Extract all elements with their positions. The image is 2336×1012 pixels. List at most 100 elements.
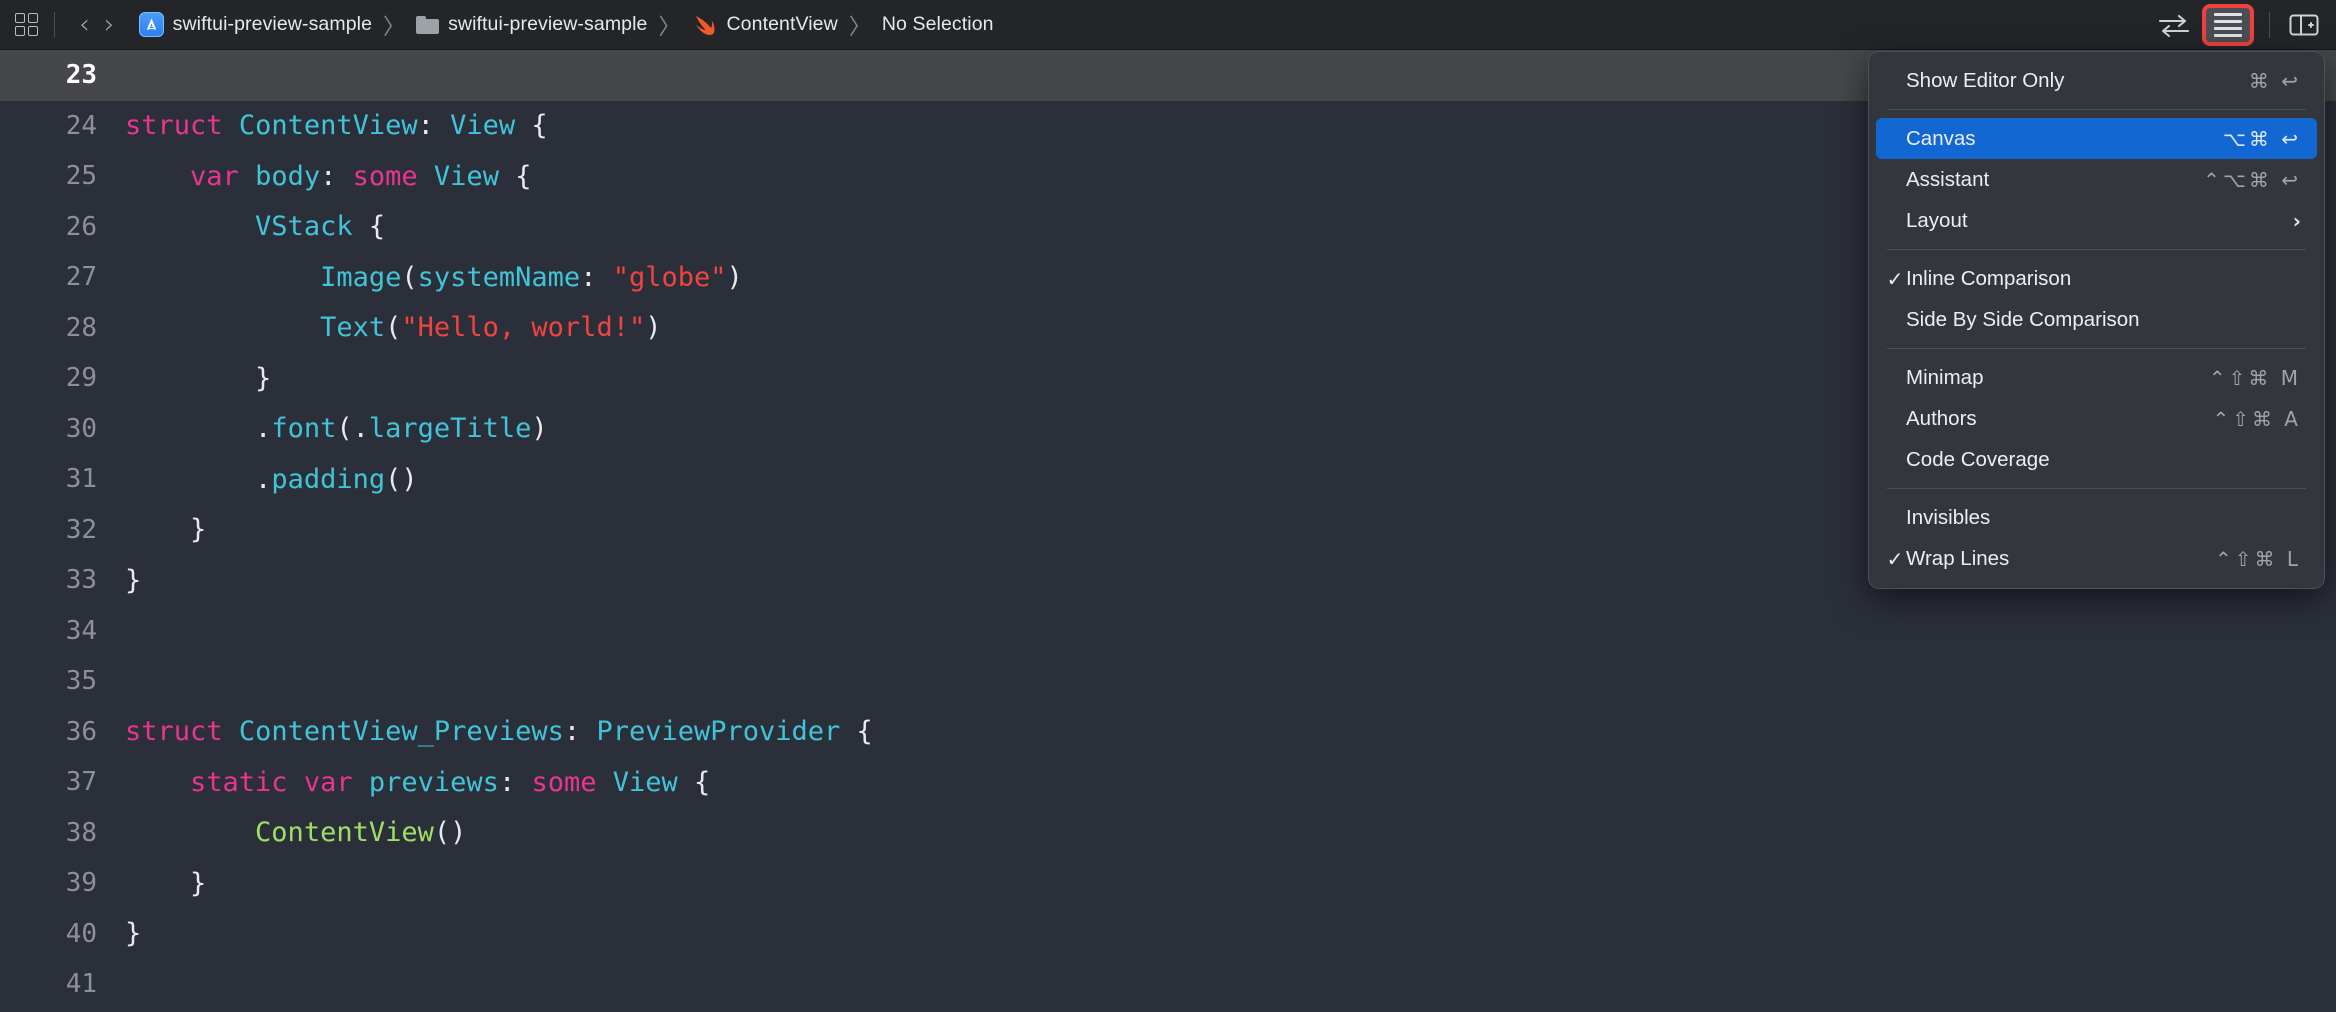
token-mem: systemName <box>417 261 581 293</box>
token-pun: { <box>840 716 873 748</box>
token-pun: } <box>125 867 207 899</box>
line-source: } <box>125 918 2336 949</box>
breadcrumb-separator-icon: 〉 <box>848 14 871 40</box>
menu-item-authors[interactable]: Authors ⌃⇧⌘ A <box>1876 398 2317 439</box>
token-pun: : <box>417 110 451 142</box>
breadcrumb-label: No Selection <box>881 13 994 35</box>
code-line[interactable]: 40} <box>0 909 2336 960</box>
token-type: Text <box>320 312 386 344</box>
line-source: ContentView() <box>125 817 2336 848</box>
token-pun: { <box>352 211 386 243</box>
token-kw: var <box>303 766 353 798</box>
menu-item-assistant[interactable]: Assistant ⌃⌥⌘ ↩ <box>1876 159 2317 200</box>
check-icon: ✓ <box>1886 266 1904 291</box>
token-pun: } <box>125 362 272 394</box>
token-pun <box>288 767 304 798</box>
token-pun <box>125 211 255 242</box>
code-line[interactable]: 38 ContentView() <box>0 808 2336 859</box>
editor-lines-icon[interactable] <box>2202 3 2254 46</box>
line-source: static var previews: some View { <box>125 767 2336 798</box>
token-type: View <box>433 160 499 192</box>
token-type: ContentView <box>238 110 418 142</box>
line-number: 35 <box>65 666 97 697</box>
token-kw: some <box>352 160 418 192</box>
breadcrumb-label: swiftui-preview-sample <box>172 13 373 35</box>
line-number: 34 <box>65 615 97 646</box>
breadcrumb-item-file[interactable]: ContentView <box>692 13 838 36</box>
token-kw: struct <box>125 716 223 748</box>
line-number: 38 <box>65 817 97 848</box>
token-pun <box>125 161 190 192</box>
line-number: 41 <box>65 969 97 1000</box>
toolbar-right <box>2157 3 2336 46</box>
chevron-left-icon[interactable]: ‹ <box>69 11 100 38</box>
token-pun <box>125 262 320 293</box>
token-type: ContentView_Previews <box>238 716 564 748</box>
menu-item-label: Invisibles <box>1906 505 1991 529</box>
menu-item-side-by-side-comparison[interactable]: Side By Side Comparison <box>1876 299 2317 340</box>
menu-item-canvas[interactable]: Canvas ⌥⌘ ↩ <box>1876 118 2317 159</box>
token-kw: some <box>531 766 597 798</box>
menu-item-label: Wrap Lines <box>1906 546 2010 570</box>
swift-file-icon <box>695 15 715 35</box>
token-pun <box>596 767 612 798</box>
code-line[interactable]: 37 static var previews: some View { <box>0 757 2336 808</box>
token-type: PreviewProvider <box>596 716 841 748</box>
breadcrumb-label: swiftui-preview-sample <box>448 13 648 35</box>
menu-item-wrap-lines[interactable]: ✓ Wrap Lines ⌃⇧⌘ L <box>1876 538 2317 579</box>
code-line[interactable]: 41 <box>0 959 2336 1010</box>
toolbar-left: ‹ › swiftui-preview-sample 〉 swiftui-pre… <box>0 9 2157 41</box>
menu-item-label: Assistant <box>1906 167 1990 191</box>
token-pun: : <box>580 261 613 293</box>
menu-item-minimap[interactable]: Minimap ⌃⇧⌘ M <box>1876 357 2317 398</box>
chevron-right-icon[interactable]: › <box>100 11 125 38</box>
token-pun: . <box>125 413 272 445</box>
token-proj: ContentView <box>255 817 434 849</box>
menu-item-invisibles[interactable]: Invisibles <box>1876 497 2317 538</box>
menu-item-label: Side By Side Comparison <box>1906 307 2140 331</box>
token-pun: : <box>320 160 353 192</box>
menu-item-shortcut: ⌥⌘ ↩ <box>2222 126 2301 151</box>
menu-item-label: Inline Comparison <box>1906 266 2072 290</box>
breadcrumb-item-project[interactable]: swiftui-preview-sample <box>138 12 373 37</box>
token-pun: { <box>498 160 532 192</box>
line-source: } <box>125 868 2336 899</box>
token-pun <box>239 161 255 192</box>
breadcrumb-item-selection[interactable]: No Selection <box>882 13 994 36</box>
token-mem: font <box>271 413 337 445</box>
grid-squares-icon[interactable] <box>14 12 40 38</box>
toggle-inspector-icon[interactable] <box>2288 12 2320 38</box>
token-pun <box>353 767 369 798</box>
line-number: 39 <box>65 868 97 899</box>
menu-item-label: Minimap <box>1906 365 1984 389</box>
menu-item-inline-comparison[interactable]: ✓ Inline Comparison <box>1876 258 2317 299</box>
toolbar-divider <box>54 11 55 38</box>
code-line[interactable]: 34 <box>0 606 2336 657</box>
token-pun <box>125 817 255 848</box>
breadcrumb-item-folder[interactable]: swiftui-preview-sample <box>416 13 647 36</box>
menu-item-label: Layout <box>1906 208 1968 232</box>
menu-item-show-editor-only[interactable]: Show Editor Only ⌘ ↩ <box>1876 60 2317 101</box>
line-number: 24 <box>65 110 97 141</box>
menu-item-label: Canvas <box>1906 126 1976 150</box>
token-pun: : <box>563 716 597 748</box>
line-number: 36 <box>65 716 97 747</box>
code-line[interactable]: 35 <box>0 656 2336 707</box>
token-pun: } <box>125 918 142 950</box>
token-pun: () <box>433 817 467 849</box>
token-pun: ) <box>726 261 743 293</box>
line-source: struct ContentView_Previews: PreviewProv… <box>125 716 2336 747</box>
breadcrumb-label: ContentView <box>726 13 838 35</box>
menu-item-code-coverage[interactable]: Code Coverage <box>1876 439 2317 480</box>
menu-item-label: Show Editor Only <box>1906 68 2065 92</box>
token-pun <box>223 716 239 747</box>
menu-item-layout[interactable]: Layout › <box>1876 200 2317 241</box>
line-number: 33 <box>65 565 97 596</box>
code-line[interactable]: 39 } <box>0 858 2336 909</box>
swap-arrows-icon[interactable] <box>2157 12 2191 38</box>
code-line[interactable]: 36 struct ContentView_Previews: PreviewPr… <box>0 707 2336 758</box>
menu-item-shortcut: ⌃⇧⌘ M <box>2208 365 2301 390</box>
line-number: 26 <box>65 211 97 242</box>
menu-items-container: Show Editor Only ⌘ ↩ Canvas ⌥⌘ ↩ Assistant ⌃⌥… <box>1869 60 2324 579</box>
editor-options-menu[interactable]: Show Editor Only ⌘ ↩ Canvas ⌥⌘ ↩ Assistant ⌃⌥… <box>1868 51 2325 589</box>
